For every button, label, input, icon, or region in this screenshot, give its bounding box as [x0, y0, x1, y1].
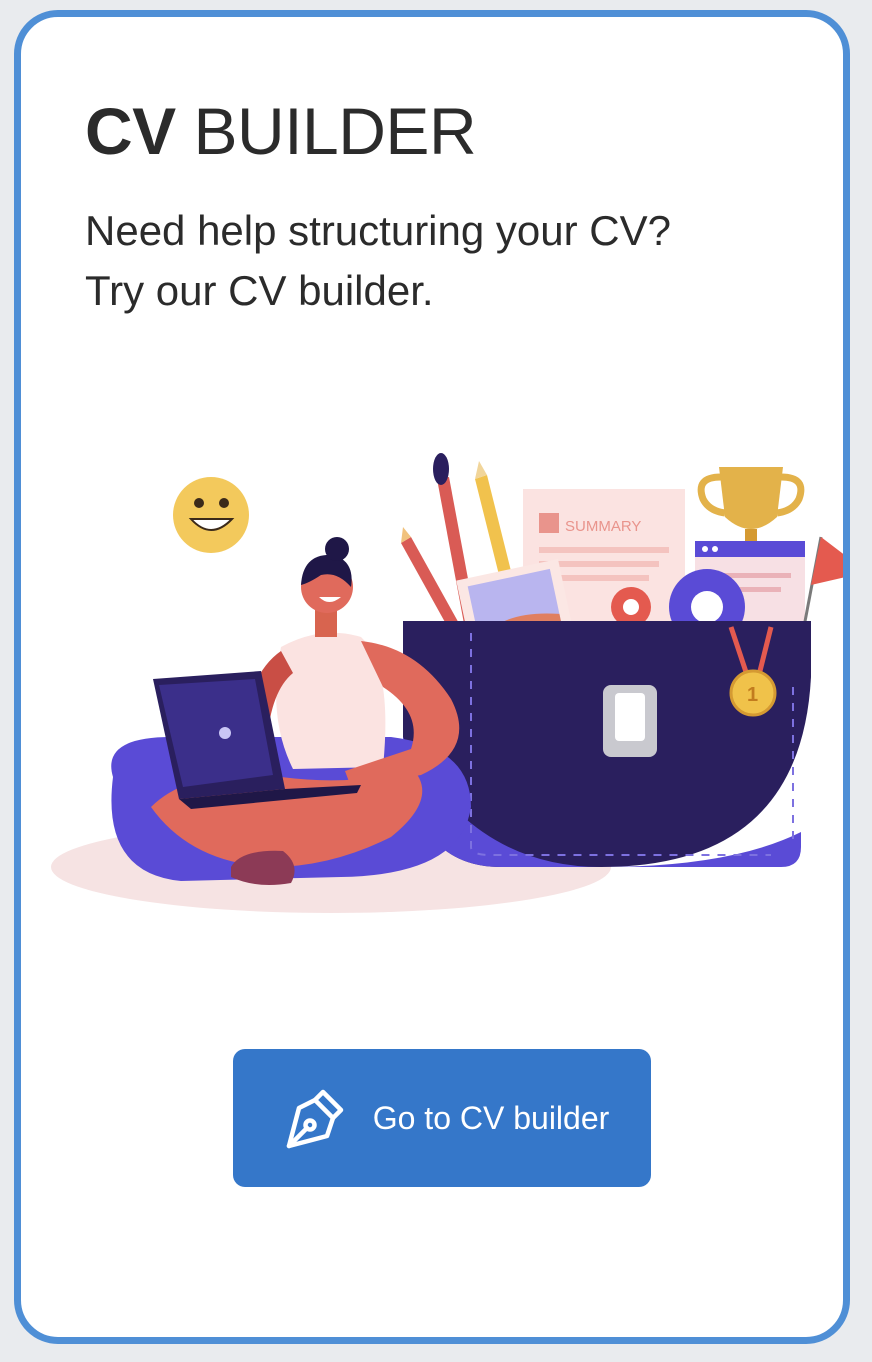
flag-icon: [801, 536, 843, 633]
smiley-icon: [173, 477, 249, 553]
go-to-cv-builder-label: Go to CV builder: [372, 1099, 610, 1136]
card-subtitle: Need help structuring your CV? Try our C…: [85, 201, 805, 321]
svg-text:1: 1: [747, 684, 758, 706]
subtitle-line-1: Need help structuring your CV?: [85, 207, 671, 254]
cv-builder-card: CV BUILDER Need help structuring your CV…: [14, 10, 850, 1344]
trophy-icon: [697, 467, 805, 553]
svg-text:SUMMARY: SUMMARY: [565, 518, 641, 535]
go-to-cv-builder-button[interactable]: Go to CV builder: [233, 1049, 651, 1187]
pen-nib-icon: [286, 1089, 343, 1149]
woman-with-laptop: [111, 537, 472, 885]
briefcase: [403, 621, 811, 867]
cv-builder-illustration: SUMMARY 1: [51, 453, 843, 913]
title-rest: BUILDER: [193, 94, 477, 168]
subtitle-line-2: Try our CV builder.: [85, 267, 434, 314]
card-title: CV BUILDER: [85, 91, 477, 171]
title-bold: CV: [85, 94, 176, 168]
